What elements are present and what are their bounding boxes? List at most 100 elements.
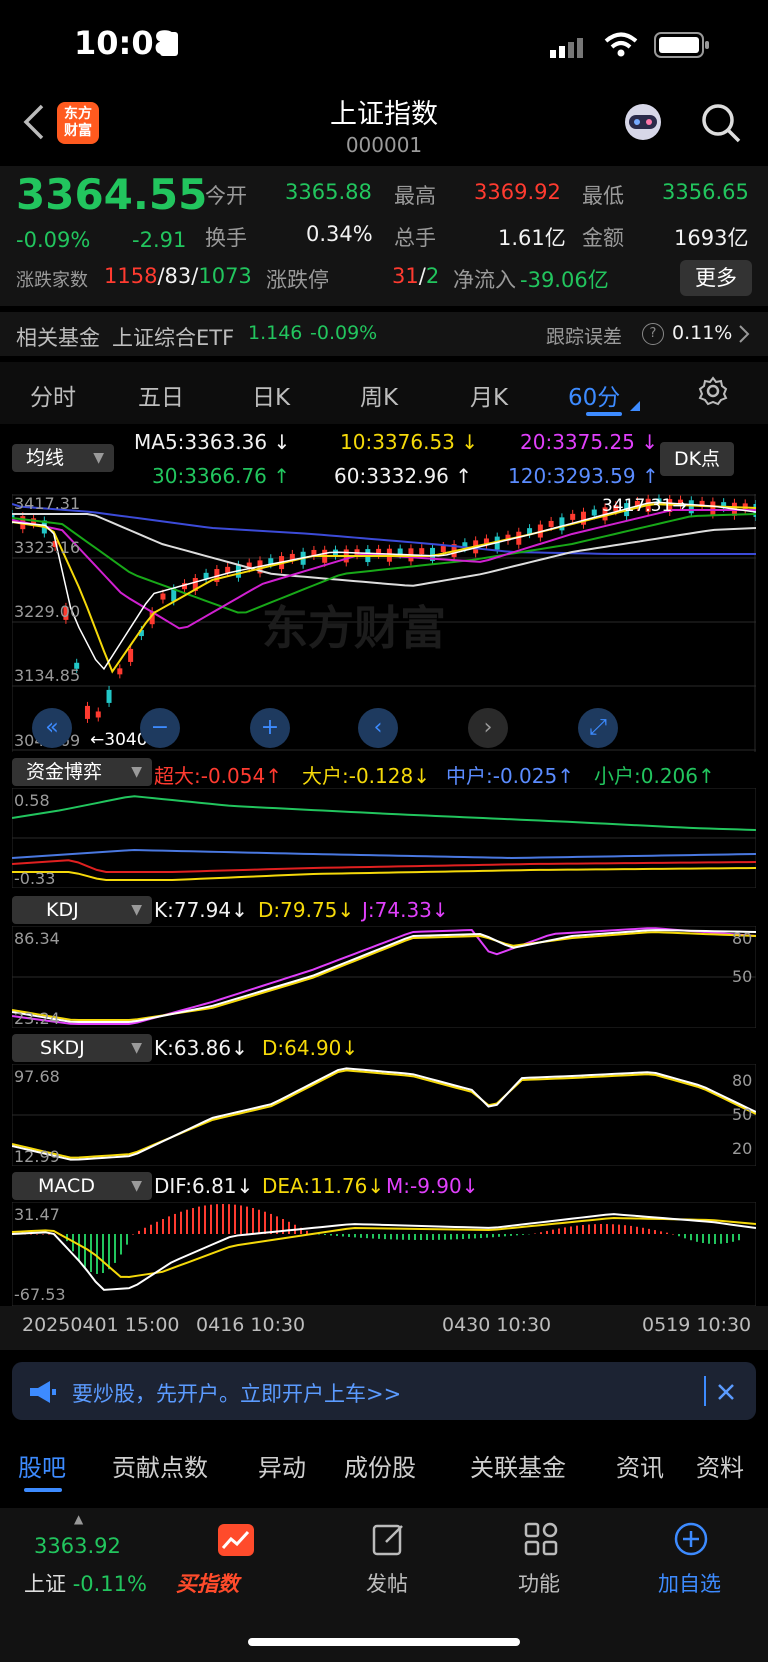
- macd-bar: [714, 1234, 716, 1244]
- macd-bar: [348, 1234, 350, 1237]
- tab-guba[interactable]: 股吧: [18, 1448, 66, 1483]
- large-value: 大户:-0.128↓: [302, 764, 430, 788]
- macd-dea: DEA:11.76↓: [262, 1174, 385, 1198]
- macd-bar: [480, 1234, 482, 1239]
- kdj-y-bottom: 23.24: [14, 1009, 60, 1028]
- scroll-left-button[interactable]: ‹: [358, 708, 398, 748]
- zoom-in-button[interactable]: +: [250, 708, 290, 748]
- macd-bar: [162, 1219, 164, 1234]
- settings-icon[interactable]: [698, 376, 728, 410]
- tabbar-index-info[interactable]: 上证 -0.11%: [24, 1568, 147, 1598]
- netflow-value: -39.06亿: [520, 268, 609, 292]
- zoom-out-button[interactable]: −: [140, 708, 180, 748]
- tab-contribution[interactable]: 贡献点数: [112, 1448, 208, 1483]
- more-button[interactable]: 更多: [680, 260, 752, 296]
- macd-bar: [126, 1234, 128, 1245]
- buy-index-icon[interactable]: [218, 1524, 254, 1560]
- scroll-right-button[interactable]: ›: [468, 708, 508, 748]
- macd-bar: [606, 1224, 608, 1234]
- robot-assistant-icon[interactable]: [620, 100, 666, 148]
- tab-daily-k[interactable]: 日K: [252, 378, 290, 412]
- kdj-k: K:77.94↓: [154, 898, 248, 922]
- macd-bar: [444, 1234, 446, 1240]
- macd-selector[interactable]: MACD ▼: [12, 1172, 152, 1200]
- macd-bar: [468, 1234, 470, 1239]
- fund-flow-selector[interactable]: 资金博弈 ▼: [12, 758, 152, 786]
- home-indicator: [248, 1638, 520, 1646]
- kline-y-label-2: 3229.00: [14, 602, 80, 621]
- macd-bar: [426, 1234, 428, 1240]
- time-label-1: 0416 10:30: [196, 1314, 306, 1336]
- tabbar-index-name: 上证: [24, 1572, 66, 1596]
- flat-count: 83: [164, 264, 192, 288]
- skdj-label: SKDJ: [40, 1037, 85, 1059]
- banner-text[interactable]: 要炒股，先开户。立即开户上车>>: [72, 1378, 401, 1408]
- dk-label: DK点: [673, 448, 721, 470]
- tab-constituents[interactable]: 成份股: [344, 1448, 416, 1483]
- kdj-selector[interactable]: KDJ ▼: [12, 896, 152, 924]
- macd-bar: [618, 1224, 620, 1234]
- fast-rewind-button[interactable]: «: [32, 708, 72, 748]
- macd-bar: [78, 1234, 80, 1261]
- macd-bar: [696, 1234, 698, 1242]
- function-icon[interactable]: [524, 1522, 558, 1560]
- macd-bar: [630, 1225, 632, 1234]
- small-value: 小户:0.206↑: [594, 764, 715, 788]
- macd-bar: [108, 1234, 110, 1270]
- macd-bar: [240, 1205, 242, 1234]
- time-label-3: 0519 10:30: [642, 1314, 752, 1336]
- limit-down: 2: [425, 264, 440, 288]
- tab-monthly-k[interactable]: 月K: [470, 378, 508, 412]
- tab-anomaly[interactable]: 异动: [258, 1448, 306, 1483]
- macd-bar: [564, 1227, 566, 1234]
- macd-bar: [624, 1225, 626, 1234]
- function-label[interactable]: 功能: [518, 1568, 560, 1598]
- macd-bar: [390, 1234, 392, 1240]
- macd-bar: [594, 1224, 596, 1234]
- dk-point-button[interactable]: DK点: [660, 442, 734, 476]
- buy-index-label[interactable]: 买指数: [176, 1568, 239, 1598]
- fund-change: -0.09%: [310, 322, 378, 344]
- macd-bar: [726, 1234, 728, 1244]
- close-icon[interactable]: [716, 1382, 736, 1406]
- macd-bar: [36, 1234, 38, 1235]
- macd-bar: [96, 1234, 98, 1274]
- tab-fenshi[interactable]: 分时: [30, 378, 76, 412]
- add-favorite-label[interactable]: 加自选: [658, 1568, 721, 1598]
- macd-bar: [576, 1225, 578, 1234]
- tab-profile[interactable]: 资料: [696, 1448, 744, 1483]
- add-favorite-icon[interactable]: [674, 1522, 708, 1560]
- fullscreen-button[interactable]: ⤢: [578, 708, 618, 748]
- tabbar-index-change: -0.11%: [72, 1572, 147, 1596]
- amount-value: 1693亿: [674, 226, 749, 250]
- search-icon[interactable]: [700, 102, 742, 148]
- time-label-0: 20250401 15:00: [22, 1314, 180, 1336]
- macd-bar: [516, 1234, 518, 1236]
- tabbar-index-price[interactable]: 3363.92: [34, 1534, 121, 1558]
- low-value: 3356.65: [662, 180, 749, 204]
- tab-60min[interactable]: 60分: [568, 378, 620, 412]
- tab-related-funds[interactable]: 关联基金: [470, 1448, 566, 1483]
- post-icon[interactable]: [372, 1522, 406, 1560]
- macd-bar: [504, 1234, 506, 1237]
- low-label: 最低: [582, 184, 624, 208]
- macd-bar: [246, 1206, 248, 1234]
- macd-bar: [546, 1230, 548, 1234]
- ma10-value: 10:3376.53 ↓: [340, 430, 479, 454]
- volume-value: 1.61亿: [498, 226, 566, 250]
- macd-chart: 31.47 -67.53: [12, 1202, 756, 1306]
- change-pct: -0.09%: [16, 228, 91, 252]
- fund-name: 上证综合ETF: [112, 326, 235, 350]
- help-icon[interactable]: ?: [642, 323, 664, 345]
- macd-bar: [414, 1234, 416, 1240]
- macd-bar: [474, 1234, 476, 1239]
- tab-wuri[interactable]: 五日: [138, 378, 184, 412]
- tab-weekly-k[interactable]: 周K: [360, 378, 398, 412]
- macd-bar: [264, 1211, 266, 1234]
- tab-news[interactable]: 资讯: [616, 1448, 664, 1483]
- skdj-selector[interactable]: SKDJ ▼: [12, 1034, 152, 1062]
- ma20-value: 20:3375.25 ↓: [520, 430, 659, 454]
- ma-selector[interactable]: 均线 ▼: [12, 444, 114, 472]
- macd-bar: [324, 1234, 326, 1236]
- post-label[interactable]: 发帖: [366, 1568, 408, 1598]
